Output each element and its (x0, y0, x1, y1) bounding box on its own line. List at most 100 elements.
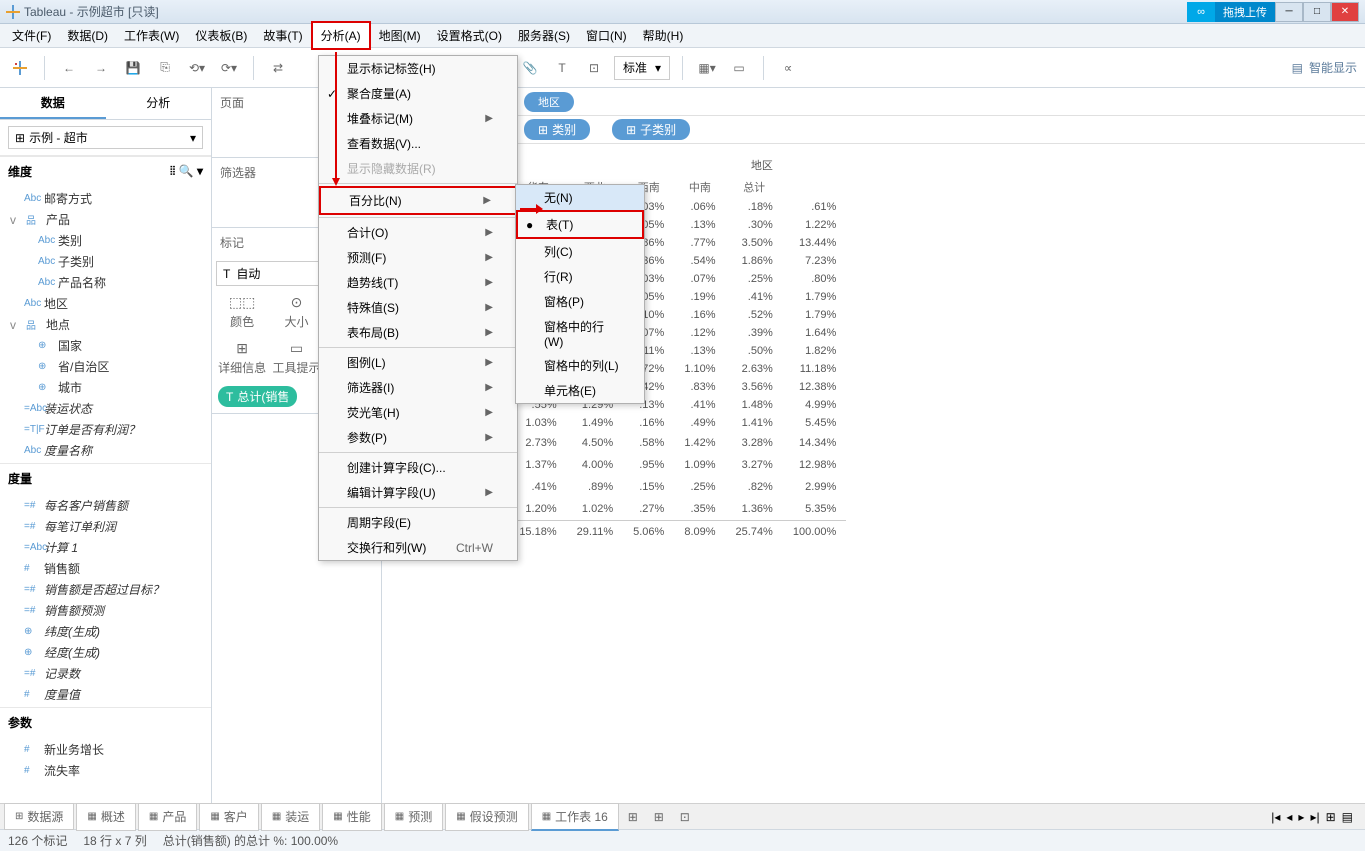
show-sheets-icon[interactable]: ▤ (1342, 810, 1353, 824)
menu-item[interactable]: 特殊值(S)▶ (319, 295, 517, 320)
forward-icon[interactable]: → (89, 56, 113, 80)
new-worksheet-icon[interactable]: ⊞ (621, 805, 645, 829)
save-icon[interactable]: 💾 (121, 56, 145, 80)
new-dashboard-icon[interactable]: ⊞ (647, 805, 671, 829)
field-item[interactable]: ⊕纬度(生成) (0, 621, 211, 642)
back-icon[interactable]: ← (57, 56, 81, 80)
datasource-tab[interactable]: ⊞数据源 (4, 803, 74, 830)
new-data-icon[interactable]: ⎘ (153, 56, 177, 80)
prev-sheet-icon[interactable]: ◂ (1286, 810, 1292, 824)
minimize-button[interactable]: ─ (1275, 2, 1303, 22)
submenu-item[interactable]: 行(R) (516, 264, 644, 289)
field-item[interactable]: =#销售额预测 (0, 600, 211, 621)
sheet-tab[interactable]: ▦概述 (76, 803, 135, 831)
drag-upload-button[interactable]: 拖拽上传 (1215, 2, 1275, 22)
field-item[interactable]: v品产品 (0, 209, 211, 230)
menu-item[interactable]: 合计(O)▶ (319, 220, 517, 245)
field-item[interactable]: Abc地区 (0, 293, 211, 314)
last-sheet-icon[interactable]: ▸| (1310, 810, 1319, 824)
refresh-icon[interactable]: ⟳▾ (217, 56, 241, 80)
field-item[interactable]: Abc类别 (0, 230, 211, 251)
submenu-item[interactable]: 单元格(E) (516, 378, 644, 403)
close-button[interactable]: ✕ (1331, 2, 1359, 22)
field-item[interactable]: =#记录数 (0, 663, 211, 684)
field-item[interactable]: Abc子类别 (0, 251, 211, 272)
menu-item[interactable]: ✓聚合度量(A) (319, 81, 517, 106)
fit-icon[interactable]: ⊡ (582, 56, 606, 80)
rows-pill-1[interactable]: ⊞ 类别 (524, 119, 590, 140)
menu-file[interactable]: 文件(F) (4, 23, 59, 48)
attach-icon[interactable]: 📎 (518, 56, 542, 80)
chevron-down-icon[interactable]: ▾ (197, 164, 203, 178)
menu-help[interactable]: 帮助(H) (635, 23, 692, 48)
presentation-icon[interactable]: ▭ (727, 56, 751, 80)
field-item[interactable]: #销售额 (0, 558, 211, 579)
marks-size[interactable]: ⊙大小 (270, 290, 322, 334)
menu-server[interactable]: 服务器(S) (510, 23, 578, 48)
field-item[interactable]: =Abc装运状态 (0, 398, 211, 419)
next-sheet-icon[interactable]: ▸ (1298, 810, 1304, 824)
field-item[interactable]: #新业务增长 (0, 739, 211, 760)
field-item[interactable]: #流失率 (0, 760, 211, 781)
fit-dropdown[interactable]: 标准▾ (614, 56, 670, 80)
submenu-item[interactable]: 窗格中的行(W) (516, 314, 644, 353)
field-item[interactable]: ⊕省/自治区 (0, 356, 211, 377)
sheet-tab[interactable]: ▦客户 (199, 803, 258, 831)
sheet-tab[interactable]: ▦工作表 16 (531, 803, 619, 831)
menu-dashboard[interactable]: 仪表板(B) (187, 23, 255, 48)
menu-item[interactable]: 荧光笔(H)▶ (319, 400, 517, 425)
field-item[interactable]: =#每名客户销售额 (0, 495, 211, 516)
menu-window[interactable]: 窗口(N) (578, 23, 635, 48)
share-icon[interactable]: ∝ (776, 56, 800, 80)
submenu-item[interactable]: 列(C) (516, 239, 644, 264)
sheet-tab[interactable]: ▦假设预测 (445, 803, 528, 831)
menu-item[interactable]: 筛选器(I)▶ (319, 375, 517, 400)
sheet-tab[interactable]: ▦装运 (261, 803, 320, 831)
text-icon[interactable]: T (550, 56, 574, 80)
smart-show-button[interactable]: ▤ 智能显示 (1292, 59, 1357, 76)
menu-item[interactable]: 显示标记标签(H) (319, 56, 517, 81)
field-item[interactable]: ⊕国家 (0, 335, 211, 356)
menu-item[interactable]: 参数(P)▶ (319, 425, 517, 450)
field-item[interactable]: ⊕经度(生成) (0, 642, 211, 663)
datasource-select[interactable]: ⊞ 示例 - 超市 ▾ (8, 126, 203, 149)
view-icon[interactable]: ⦙⦙ (170, 164, 175, 178)
menu-story[interactable]: 故事(T) (255, 23, 310, 48)
menu-item[interactable]: 创建计算字段(C)... (319, 455, 517, 480)
marks-color[interactable]: ⬚⬚颜色 (216, 290, 268, 334)
submenu-item[interactable]: 窗格(P) (516, 289, 644, 314)
columns-pill[interactable]: 地区 (524, 92, 574, 112)
menu-item[interactable]: 百分比(N)▶无(N)●表(T)列(C)行(R)窗格(P)窗格中的行(W)窗格中… (319, 186, 517, 215)
search-icon[interactable]: 🔍 (179, 164, 194, 178)
menu-item[interactable]: 交换行和列(W)Ctrl+W (319, 535, 517, 560)
menu-item[interactable]: 图例(L)▶ (319, 350, 517, 375)
field-item[interactable]: Abc邮寄方式 (0, 188, 211, 209)
marks-tooltip[interactable]: ▭工具提示 (270, 336, 322, 380)
tableau-logo-icon[interactable] (8, 56, 32, 80)
field-item[interactable]: #度量值 (0, 684, 211, 705)
show-cards-icon[interactable]: ▦▾ (695, 56, 719, 80)
field-item[interactable]: ⊕城市 (0, 377, 211, 398)
submenu-item[interactable]: 窗格中的列(L) (516, 353, 644, 378)
menu-item[interactable]: 编辑计算字段(U)▶ (319, 480, 517, 505)
sheet-tab[interactable]: ▦预测 (384, 803, 443, 831)
menu-item[interactable]: 趋势线(T)▶ (319, 270, 517, 295)
swap-icon[interactable]: ⇄ (266, 56, 290, 80)
menu-data[interactable]: 数据(D) (59, 23, 116, 48)
menu-worksheet[interactable]: 工作表(W) (116, 23, 187, 48)
field-item[interactable]: Abc产品名称 (0, 272, 211, 293)
tab-analysis[interactable]: 分析 (106, 88, 212, 119)
menu-item[interactable]: 堆叠标记(M)▶ (319, 106, 517, 131)
menu-item[interactable]: 表布局(B)▶ (319, 320, 517, 345)
cloud-icon[interactable]: ∞ (1187, 2, 1215, 22)
marks-detail[interactable]: ⊞详细信息 (216, 336, 268, 380)
submenu-item[interactable]: 无(N) (516, 185, 644, 210)
sheet-tab[interactable]: ▦产品 (138, 803, 197, 831)
menu-item[interactable]: 周期字段(E) (319, 510, 517, 535)
field-item[interactable]: Abc度量名称 (0, 440, 211, 461)
menu-map[interactable]: 地图(M) (371, 23, 429, 48)
menu-analysis[interactable]: 分析(A) (311, 21, 371, 50)
rows-pill-2[interactable]: ⊞ 子类别 (612, 119, 690, 140)
field-item[interactable]: =#销售额是否超过目标？ (0, 579, 211, 600)
auto-update-icon[interactable]: ⟲▾ (185, 56, 209, 80)
